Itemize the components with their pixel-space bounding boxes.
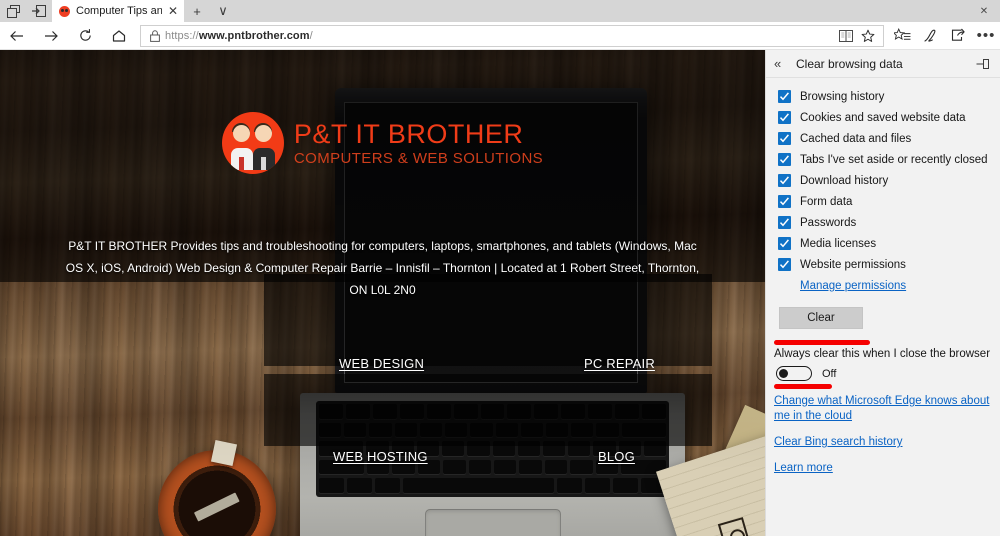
back-icon[interactable] <box>0 22 34 50</box>
browser-tab[interactable]: Computer Tips and Trou ✕ <box>52 0 184 22</box>
tabs-set-aside-icon[interactable] <box>0 0 26 22</box>
lock-icon <box>145 29 165 42</box>
checkbox-label: Tabs I've set aside or recently closed <box>800 153 988 166</box>
always-clear-label: Always clear this when I close the brows… <box>774 348 991 360</box>
checkbox-label: Cookies and saved website data <box>800 111 966 124</box>
checkbox-checked-icon[interactable] <box>778 195 791 208</box>
navigation-toolbar: https://www.pntbrother.com/ ••• <box>0 22 1000 50</box>
refresh-icon[interactable] <box>68 22 102 50</box>
address-bar[interactable]: https://www.pntbrother.com/ <box>140 24 884 47</box>
logo-text: P&T IT BROTHER COMPUTERS & WEB SOLUTIONS <box>293 118 544 167</box>
more-settings-icon[interactable]: ••• <box>972 22 1000 50</box>
checkbox-label: Passwords <box>800 216 857 229</box>
checkbox-row-passwords[interactable]: Passwords <box>766 212 1000 233</box>
link-learn-more[interactable]: Learn more <box>774 461 992 476</box>
laptop-trackpad <box>424 509 561 536</box>
checkbox-label: Form data <box>800 195 853 208</box>
page-link-pc-repair[interactable]: PC REPAIR <box>584 356 655 371</box>
checkbox-row-cached-data[interactable]: Cached data and files <box>766 128 1000 149</box>
clear-browsing-data-panel: « Clear browsing data Browsing history C… <box>765 50 1000 536</box>
link-change-cloud-data[interactable]: Change what Microsoft Edge knows about m… <box>774 394 992 424</box>
checkbox-checked-icon[interactable] <box>778 258 791 271</box>
ellipsis-glyph: ••• <box>976 26 996 44</box>
address-bar-icons <box>835 29 879 43</box>
checkbox-checked-icon[interactable] <box>778 90 791 103</box>
panel-header: « Clear browsing data <box>766 50 1000 78</box>
checkbox-checked-icon[interactable] <box>778 216 791 229</box>
checkbox-checked-icon[interactable] <box>778 174 791 187</box>
hero-band-lower <box>264 374 712 446</box>
checkbox-checked-icon[interactable] <box>778 237 791 250</box>
annotation-underline-clear <box>774 340 870 345</box>
hub-icon[interactable] <box>888 22 916 50</box>
checkbox-label: Cached data and files <box>800 132 912 145</box>
checkbox-row-form-data[interactable]: Form data <box>766 191 1000 212</box>
checkbox-row-browsing-history[interactable]: Browsing history <box>766 86 1000 107</box>
checkbox-row-website-permissions[interactable]: Website permissions <box>766 254 1000 275</box>
checkbox-label: Website permissions <box>800 258 906 271</box>
always-clear-toggle[interactable] <box>776 366 812 381</box>
edge-browser-window: Computer Tips and Trou ✕ + ∨ ✕ <box>0 0 1000 536</box>
page-link-web-design[interactable]: WEB DESIGN <box>339 356 424 371</box>
panel-options-list: Browsing history Cookies and saved websi… <box>766 78 1000 329</box>
forward-icon[interactable] <box>34 22 68 50</box>
page-link-blog[interactable]: BLOG <box>598 449 635 464</box>
pin-icon[interactable] <box>974 58 992 70</box>
page-link-web-hosting[interactable]: WEB HOSTING <box>333 449 428 464</box>
address-text: https://www.pntbrother.com/ <box>165 29 313 42</box>
checkbox-row-download-history[interactable]: Download history <box>766 170 1000 191</box>
share-icon[interactable] <box>944 22 972 50</box>
toggle-knob <box>779 369 788 378</box>
always-clear-toggle-row[interactable]: Off <box>776 366 836 381</box>
pnt-brother-favicon <box>59 5 70 17</box>
panel-title: Clear browsing data <box>796 56 903 71</box>
checkbox-row-media-licenses[interactable]: Media licenses <box>766 233 1000 254</box>
tab-strip: Computer Tips and Trou ✕ + ∨ ✕ <box>0 0 1000 22</box>
close-icon[interactable]: ✕ <box>168 5 178 17</box>
home-icon[interactable] <box>102 22 136 50</box>
new-tab-button[interactable]: + <box>184 0 210 22</box>
checkbox-label: Media licenses <box>800 237 877 250</box>
clear-button[interactable]: Clear <box>779 307 863 329</box>
hero-description: P&T IT BROTHER Provides tips and trouble… <box>65 239 700 297</box>
favorite-star-icon[interactable] <box>857 29 879 43</box>
reading-view-icon[interactable] <box>835 29 857 42</box>
page-viewport: P&T IT BROTHER COMPUTERS & WEB SOLUTIONS… <box>0 50 765 536</box>
checkbox-row-cookies[interactable]: Cookies and saved website data <box>766 107 1000 128</box>
chevron-down-icon[interactable]: ∨ <box>210 0 236 22</box>
link-clear-bing-history[interactable]: Clear Bing search history <box>774 435 992 450</box>
checkbox-checked-icon[interactable] <box>778 153 791 166</box>
toggle-state-label: Off <box>822 367 837 380</box>
annotation-underline-toggle <box>774 384 832 389</box>
checkbox-checked-icon[interactable] <box>778 132 791 145</box>
checkbox-checked-icon[interactable] <box>778 111 791 124</box>
web-note-pen-icon[interactable] <box>916 22 944 50</box>
panel-bottom-links: Change what Microsoft Edge knows about m… <box>774 394 992 487</box>
checkbox-label: Download history <box>800 174 889 187</box>
site-logo[interactable]: P&T IT BROTHER COMPUTERS & WEB SOLUTIONS <box>0 112 765 174</box>
checkbox-label: Browsing history <box>800 90 885 103</box>
checkbox-row-tabs-set-aside[interactable]: Tabs I've set aside or recently closed <box>766 149 1000 170</box>
manage-permissions-link[interactable]: Manage permissions <box>766 275 1000 297</box>
back-chevron-icon[interactable]: « <box>774 56 790 71</box>
close-window-button[interactable]: ✕ <box>968 0 1000 22</box>
logo-mascot-icon <box>221 112 284 174</box>
set-tabs-aside-icon[interactable] <box>26 0 52 22</box>
logo-title: P&T IT BROTHER <box>293 118 524 149</box>
logo-subtitle: COMPUTERS & WEB SOLUTIONS <box>293 149 544 167</box>
window-controls: ✕ <box>968 0 1000 22</box>
tab-title: Computer Tips and Trou <box>76 5 162 17</box>
